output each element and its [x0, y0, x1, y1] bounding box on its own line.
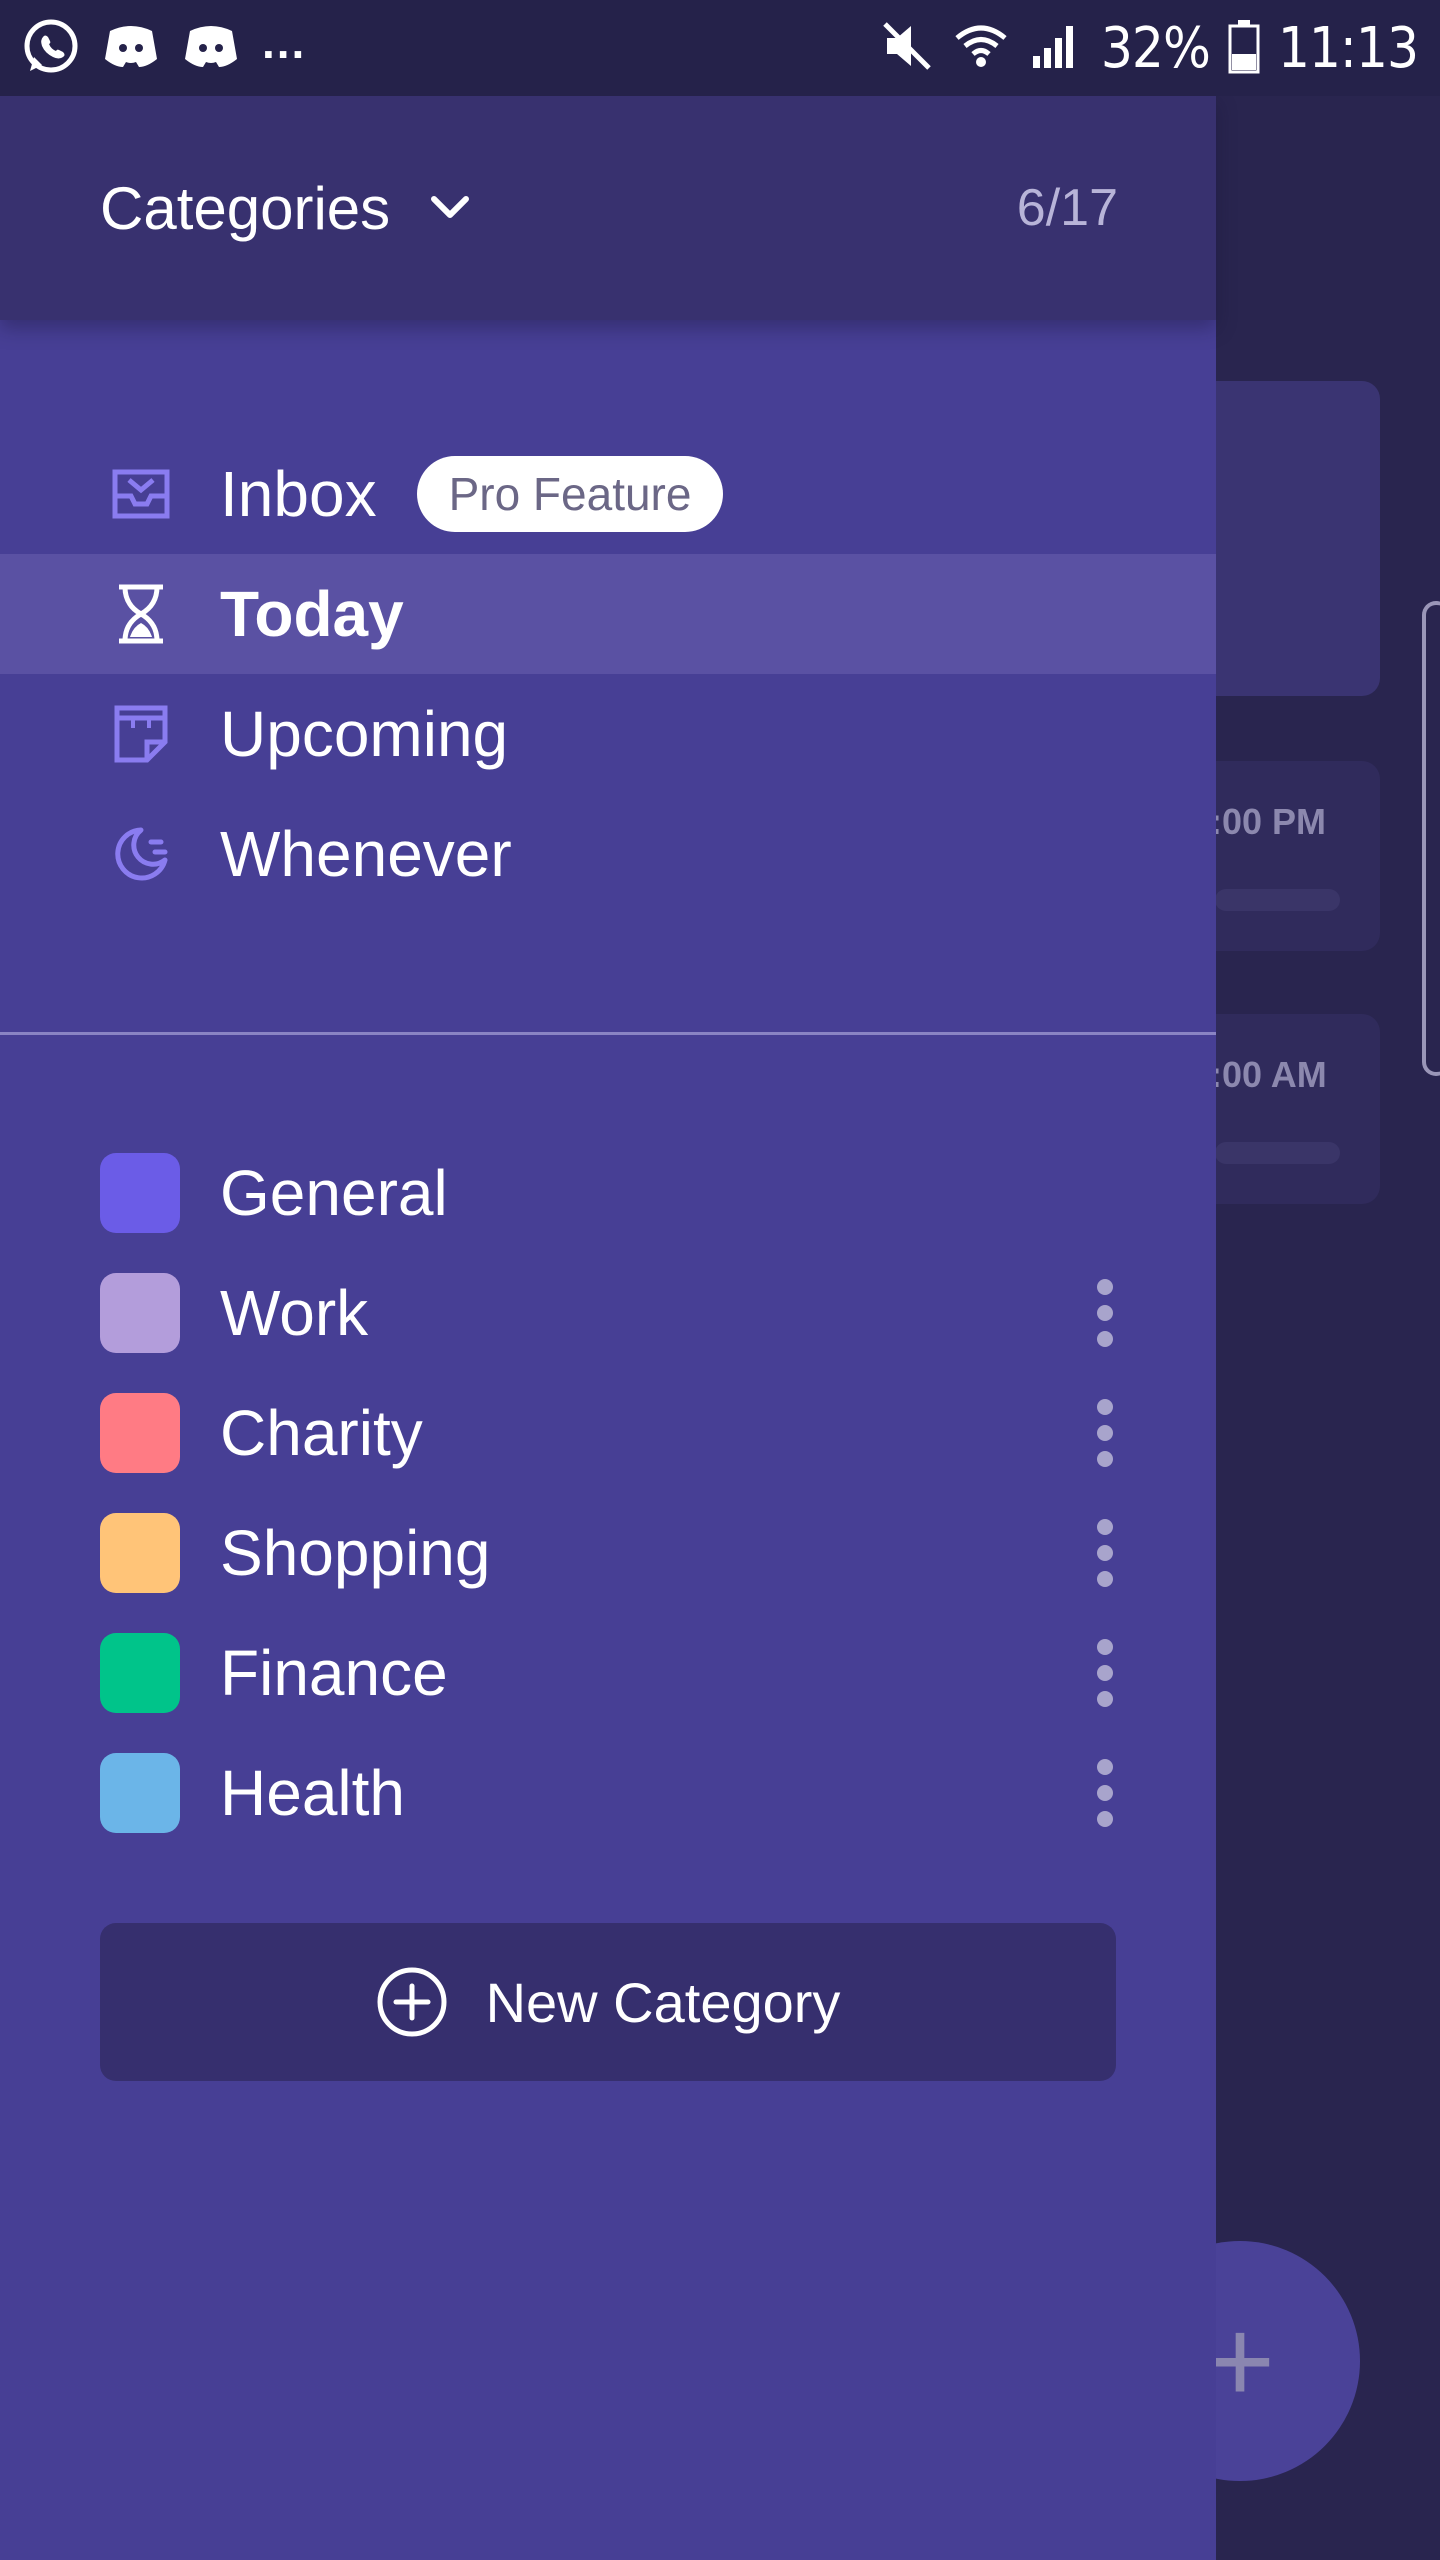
- categories-drawer: Categories 6/17 Inbox Pro Feature Today: [0, 96, 1216, 2560]
- whatsapp-icon: [22, 17, 80, 80]
- hourglass-icon: [106, 579, 176, 649]
- nav-label-upcoming: Upcoming: [220, 698, 509, 770]
- more-notifications: ...: [262, 16, 307, 68]
- category-color-swatch: [100, 1633, 180, 1713]
- category-item-finance[interactable]: Finance: [0, 1613, 1216, 1733]
- background-bar: [1215, 1142, 1340, 1164]
- moon-icon: [106, 819, 176, 889]
- nav-label-whenever: Whenever: [220, 818, 512, 890]
- battery-icon: [1228, 18, 1260, 79]
- add-circle-icon: [376, 1966, 448, 2038]
- category-label: Work: [220, 1277, 369, 1349]
- more-options-icon[interactable]: [1090, 1639, 1120, 1707]
- category-color-swatch: [100, 1393, 180, 1473]
- wifi-icon: [953, 18, 1009, 79]
- category-label: Health: [220, 1757, 405, 1829]
- category-label: General: [220, 1157, 448, 1229]
- category-label: Finance: [220, 1637, 448, 1709]
- signal-icon: [1027, 18, 1083, 79]
- more-options-icon[interactable]: [1090, 1519, 1120, 1587]
- category-label: Shopping: [220, 1517, 491, 1589]
- more-options-icon[interactable]: [1090, 1399, 1120, 1467]
- category-color-swatch: [100, 1153, 180, 1233]
- chevron-down-icon[interactable]: [428, 186, 472, 230]
- new-category-button[interactable]: New Category: [100, 1923, 1116, 2081]
- nav-label-inbox: Inbox: [220, 458, 377, 530]
- category-count: 6/17: [1016, 179, 1118, 237]
- mute-icon: [879, 18, 935, 79]
- category-color-swatch: [100, 1273, 180, 1353]
- background-time: :00 AM: [1210, 1054, 1327, 1095]
- category-item-general[interactable]: General: [0, 1133, 1216, 1253]
- more-options-icon[interactable]: [1090, 1279, 1120, 1347]
- nav-item-upcoming[interactable]: Upcoming: [0, 674, 1216, 794]
- background-bar: [1215, 889, 1340, 911]
- status-bar: ... 32% 11:13: [0, 0, 1440, 96]
- drawer-title[interactable]: Categories: [100, 174, 390, 243]
- category-item-work[interactable]: Work: [0, 1253, 1216, 1373]
- category-color-swatch: [100, 1513, 180, 1593]
- inbox-icon: [106, 459, 176, 529]
- category-item-shopping[interactable]: Shopping: [0, 1493, 1216, 1613]
- screen: ... 32% 11:13 :00 PM :00 AM + Categories…: [0, 0, 1440, 2560]
- clock: 11:13: [1277, 15, 1419, 81]
- drawer-header[interactable]: Categories 6/17: [0, 96, 1216, 320]
- new-category-label: New Category: [485, 1970, 841, 2034]
- discord-icon: [102, 17, 160, 80]
- nav-item-inbox[interactable]: Inbox Pro Feature: [0, 434, 1216, 554]
- nav-list: Inbox Pro Feature Today Upcoming Wheneve…: [0, 320, 1216, 914]
- battery-percent: 32%: [1100, 15, 1211, 81]
- more-options-icon[interactable]: [1090, 1759, 1120, 1827]
- background-time: :00 PM: [1210, 801, 1327, 842]
- nav-label-today: Today: [220, 578, 404, 650]
- category-label: Charity: [220, 1397, 423, 1469]
- category-list: General Work Charity Shopping Finance He…: [0, 1035, 1216, 1853]
- nav-item-whenever[interactable]: Whenever: [0, 794, 1216, 914]
- category-color-swatch: [100, 1753, 180, 1833]
- category-item-charity[interactable]: Charity: [0, 1373, 1216, 1493]
- note-icon: [106, 699, 176, 769]
- background-scroll-edge: [1422, 601, 1440, 1076]
- category-item-health[interactable]: Health: [0, 1733, 1216, 1853]
- pro-feature-badge: Pro Feature: [416, 456, 724, 532]
- nav-item-today[interactable]: Today: [0, 554, 1216, 674]
- discord-icon: [182, 17, 240, 80]
